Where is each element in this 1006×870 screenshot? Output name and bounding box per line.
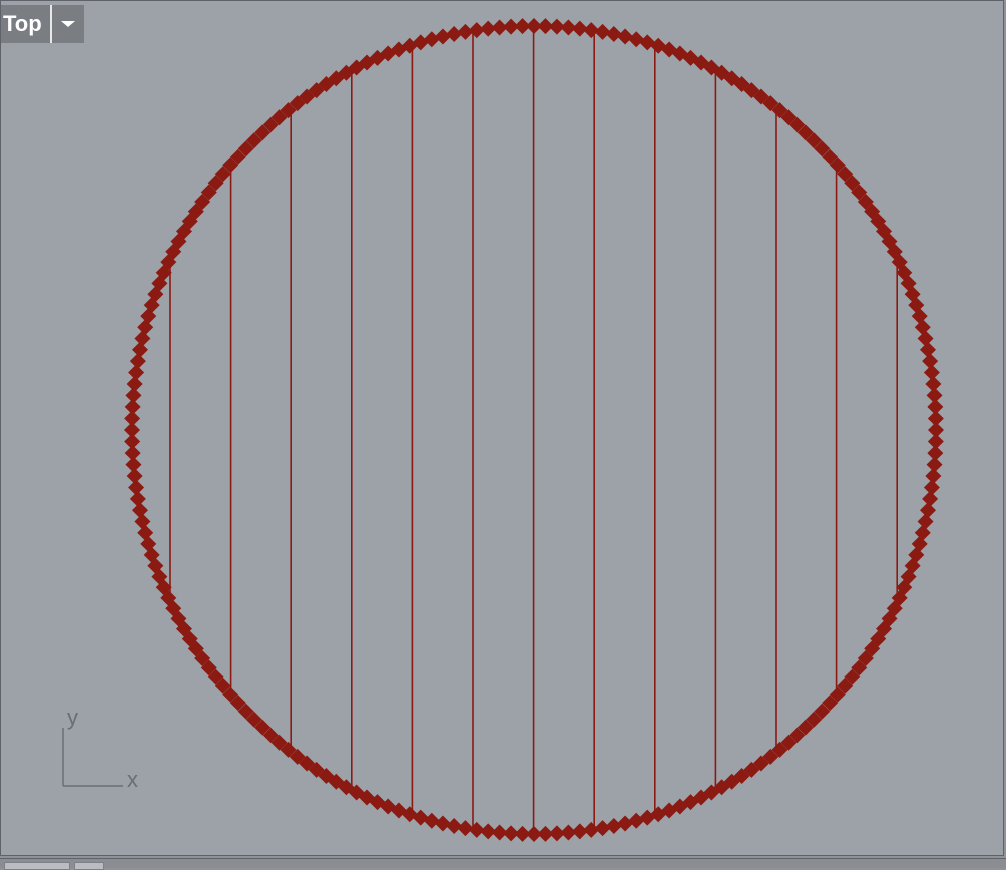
- world-axes-widget: y x: [62, 705, 138, 792]
- chevron-down-icon: [60, 21, 75, 27]
- x-axis-label: x: [127, 767, 138, 792]
- control-point-marker[interactable]: [927, 410, 944, 427]
- control-point-marker[interactable]: [137, 524, 154, 541]
- control-point-marker[interactable]: [617, 28, 634, 45]
- viewport-tab[interactable]: [4, 862, 70, 870]
- viewport-name[interactable]: Top: [1, 5, 52, 43]
- control-point-marker[interactable]: [434, 28, 451, 45]
- control-point-marker[interactable]: [137, 319, 154, 336]
- control-point-marker[interactable]: [134, 330, 151, 347]
- control-point-marker[interactable]: [134, 513, 151, 530]
- control-point-marker[interactable]: [132, 341, 149, 358]
- viewport-tab-strip: [0, 858, 1006, 870]
- control-point-marker[interactable]: [446, 817, 463, 834]
- control-point-marker[interactable]: [605, 26, 622, 43]
- top-viewport[interactable]: y x Top: [0, 0, 1004, 856]
- control-point-marker[interactable]: [914, 524, 931, 541]
- hatch-lines: [169, 26, 899, 834]
- viewport-title-bar: Top: [1, 5, 84, 43]
- viewport-menu-button[interactable]: [51, 5, 84, 43]
- control-point-marker[interactable]: [617, 815, 634, 832]
- control-point-marker[interactable]: [917, 330, 934, 347]
- y-axis-label: y: [67, 705, 78, 730]
- viewport-tab[interactable]: [74, 862, 104, 870]
- control-point-marker[interactable]: [919, 502, 936, 519]
- viewport-canvas[interactable]: y x: [1, 1, 1004, 856]
- control-point-marker[interactable]: [914, 319, 931, 336]
- control-point-marker[interactable]: [434, 815, 451, 832]
- control-point-marker[interactable]: [917, 513, 934, 530]
